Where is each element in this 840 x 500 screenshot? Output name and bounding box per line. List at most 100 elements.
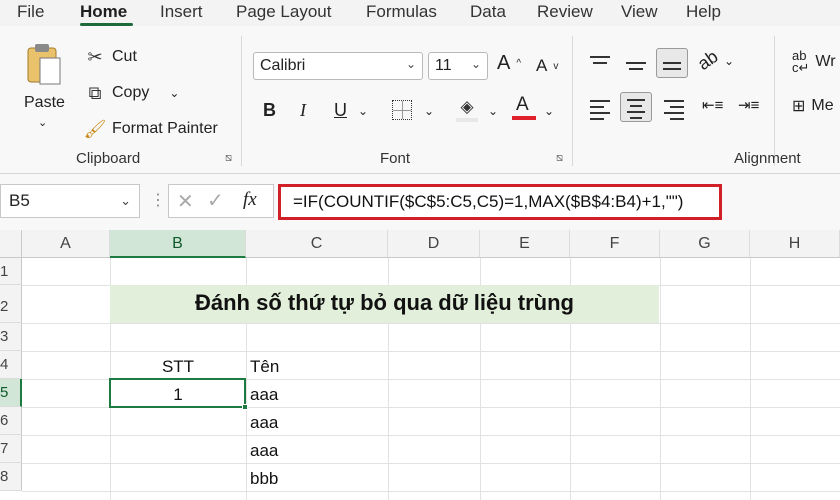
chevron-down-icon: ⌄ [470,57,481,71]
name-box[interactable]: B5 ⌄ [0,184,140,218]
paintbrush-icon: 🖌 [83,118,107,139]
column-header-a[interactable]: A [22,230,110,258]
chevron-down-icon: ⌄ [38,117,48,129]
decrease-indent-button[interactable]: ⇤≡ [702,96,723,114]
wrap-text-label: Wr [815,53,836,70]
sheet-title: Đánh số thứ tự bỏ qua dữ liệu trùng [195,290,574,315]
tab-data[interactable]: Data [470,2,506,22]
enter-icon[interactable]: ✓ [207,188,224,213]
chevron-down-icon: ⌄ [169,86,180,100]
cut-button[interactable]: ✂ Cut [84,46,136,68]
row-header-4[interactable]: 4 [0,351,22,379]
middle-align-button[interactable] [626,56,646,70]
align-center-button[interactable] [620,92,652,122]
cell-c4[interactable]: Tên [250,357,279,377]
column-header-e[interactable]: E [480,230,570,258]
paint-bucket-icon: ◈ [460,97,474,116]
merge-cells-icon: ⊞ [792,98,806,115]
chevron-down-icon[interactable]: ⌄ [424,104,434,118]
row-header-1[interactable]: 1 [0,258,22,285]
borders-button[interactable] [392,100,412,120]
merge-center-label: Me [811,97,834,114]
align-left-button[interactable] [590,100,610,120]
fill-handle[interactable] [242,404,248,410]
grow-font-icon: A [497,52,511,74]
orientation-button[interactable]: ab ⌄ [694,46,735,74]
outdent-icon: ⇤≡ [702,97,724,114]
tab-home[interactable]: Home [80,2,127,22]
name-box-value: B5 [9,191,30,210]
wrap-text-icon: ab c↵ [792,48,810,75]
column-header-g[interactable]: G [660,230,750,258]
cell-c8[interactable]: bbb [250,469,278,489]
more-options-icon[interactable]: ⋮ [150,190,166,210]
indent-icon: ⇥≡ [738,97,760,114]
font-color-button[interactable]: A [512,94,536,122]
tab-formulas[interactable]: Formulas [366,2,437,22]
tab-insert[interactable]: Insert [160,2,203,22]
cancel-icon[interactable]: ✕ [177,189,194,214]
select-all-corner[interactable] [0,230,22,258]
copy-label: Copy [112,84,150,101]
column-header-f[interactable]: F [570,230,660,258]
tab-review[interactable]: Review [537,2,593,22]
chevron-down-icon[interactable]: ⌄ [488,104,498,118]
gridline [22,463,840,464]
bottom-align-button[interactable] [656,48,688,78]
cell-c5[interactable]: aaa [250,385,278,405]
column-header-h[interactable]: H [750,230,840,258]
row-header-5[interactable]: 5 [0,379,22,407]
font-name-value: Calibri [260,57,306,74]
increase-font-size-button[interactable]: A ^ [497,52,521,75]
column-header-c[interactable]: C [246,230,388,258]
tab-view[interactable]: View [621,2,658,22]
increase-indent-button[interactable]: ⇥≡ [738,96,759,114]
chevron-down-icon[interactable]: ⌄ [358,104,368,118]
copy-button[interactable]: ⧉ Copy ⌄ [84,82,180,104]
clipboard-icon [27,44,61,85]
insert-function-icon[interactable]: fx [243,189,257,211]
chevron-down-icon: ⌄ [724,53,735,68]
top-align-button[interactable] [590,56,610,70]
group-divider [572,36,573,166]
column-header-b[interactable]: B [110,230,246,258]
group-divider [774,36,775,166]
tab-page-layout[interactable]: Page Layout [236,2,331,22]
wrap-text-button[interactable]: ab c↵ Wr [792,48,836,75]
tab-help[interactable]: Help [686,2,721,22]
row-header-7[interactable]: 7 [0,435,22,463]
font-size-select[interactable]: 11 ⌄ [428,52,488,80]
dialog-launcher-icon[interactable]: ⧅ [225,152,232,165]
paste-button[interactable]: Paste ⌄ [18,40,70,136]
alignment-group-label: Alignment [734,150,801,167]
underline-button[interactable]: U [334,100,347,121]
cell-c6[interactable]: aaa [250,413,278,433]
paste-label: Paste [24,94,65,111]
font-size-value: 11 [435,57,452,74]
align-right-button[interactable] [664,100,684,120]
shrink-font-icon: A [536,56,548,75]
gridline [22,323,840,324]
dialog-launcher-icon[interactable]: ⧅ [556,152,563,165]
merge-center-button[interactable]: ⊞ Me [792,96,834,116]
formula-text: =IF(COUNTIF($C$5:C5,C5)=1,MAX($B$4:B4)+1… [293,192,684,211]
font-name-select[interactable]: Calibri ⌄ [253,52,423,80]
row-header-8[interactable]: 8 [0,463,22,491]
tab-file[interactable]: File [17,2,44,22]
column-header-d[interactable]: D [388,230,480,258]
scissors-icon: ✂ [87,46,103,67]
bold-button[interactable]: B [263,100,276,121]
row-header-3[interactable]: 3 [0,323,22,351]
cell-b4[interactable]: STT [110,357,246,377]
decrease-font-size-button[interactable]: Av [536,56,558,76]
row-header-6[interactable]: 6 [0,407,22,435]
gridline [22,435,840,436]
fill-color-button[interactable]: ◈ [456,96,480,122]
formula-input[interactable]: =IF(COUNTIF($C$5:C5,C5)=1,MAX($B$4:B4)+1… [278,184,722,220]
gridline [22,491,840,492]
format-painter-button[interactable]: 🖌 Format Painter [84,118,218,140]
chevron-down-icon[interactable]: ⌄ [544,104,554,118]
italic-button[interactable]: I [300,100,306,121]
row-header-2[interactable]: 2 [0,285,22,323]
cell-c7[interactable]: aaa [250,441,278,461]
